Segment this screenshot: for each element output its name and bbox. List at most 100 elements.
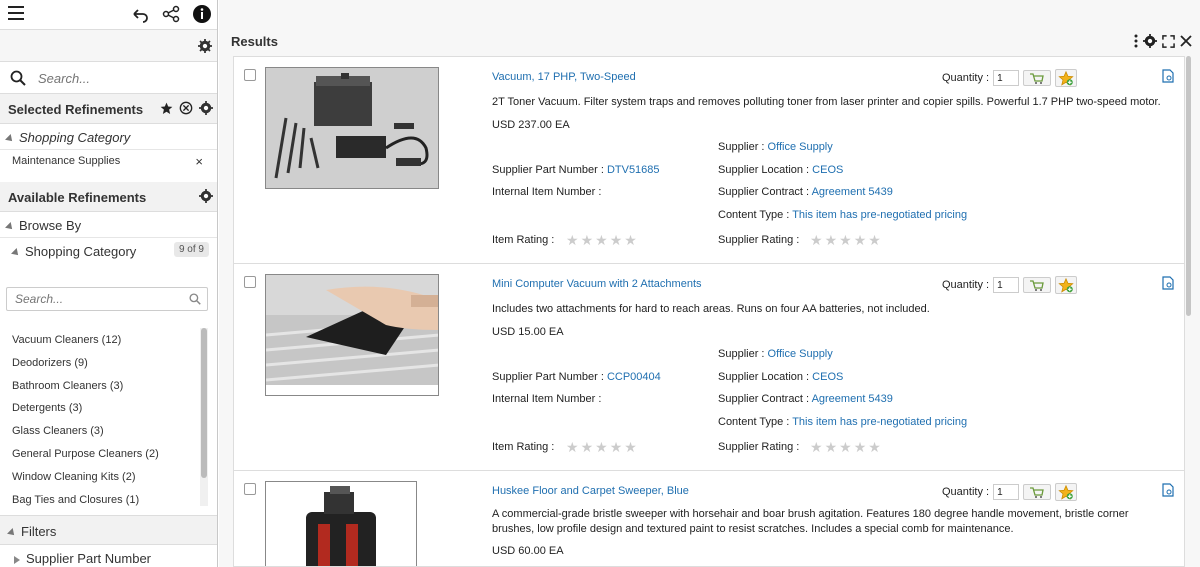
quantity-input[interactable]: 1 (993, 70, 1020, 86)
supplier-rating-label: Supplier Rating : (718, 441, 800, 453)
search-icon[interactable] (189, 293, 201, 305)
facet-item[interactable]: Window Cleaning Kits (2) (0, 467, 200, 490)
results-list: Vacuum, 17 PHP, Two-Speed Quantity : 1 2… (233, 56, 1185, 567)
share-icon[interactable] (161, 4, 181, 24)
supplier-location-label: Supplier Location : (718, 164, 813, 176)
gear-icon[interactable] (199, 189, 213, 203)
supplier-part-number-field: Supplier Part Number : DTV51685 (492, 164, 660, 176)
item-title-link[interactable]: Huskee Floor and Carpet Sweeper, Blue (492, 485, 689, 497)
browse-by-group[interactable]: Browse By (0, 212, 217, 238)
add-to-favorites-button[interactable] (1055, 276, 1078, 294)
facet-item[interactable]: Vacuum Cleaners (12) (0, 330, 200, 353)
content-type-field: Content Type : This item has pre-negotia… (718, 416, 967, 428)
add-to-cart-button[interactable] (1023, 70, 1052, 86)
supplier-contract-label: Supplier Contract : (718, 186, 812, 198)
supplier-part-number-label: Supplier Part Number : (492, 164, 607, 176)
panel-settings-bar (0, 30, 217, 62)
chip-label: Maintenance Supplies (12, 155, 121, 167)
select-checkbox[interactable] (244, 276, 256, 288)
info-icon[interactable] (192, 4, 212, 24)
facet-item[interactable]: General Purpose Cleaners (2) (0, 444, 200, 467)
supplier-link[interactable]: Office Supply (768, 348, 833, 360)
selected-category-group[interactable]: Shopping Category (0, 124, 217, 150)
supplier-contract-field: Supplier Contract : Agreement 5439 (718, 393, 893, 405)
supplier-location-label: Supplier Location : (718, 371, 813, 383)
content-type-link[interactable]: This item has pre-negotiated pricing (792, 416, 967, 428)
supplier-part-number-link[interactable]: DTV51685 (607, 164, 660, 176)
supplier-rating-stars[interactable]: ★ ★ ★ ★ ★ (810, 233, 881, 247)
result-item: Huskee Floor and Carpet Sweeper, Blue Qu… (234, 471, 1184, 566)
add-to-favorites-button[interactable] (1055, 483, 1078, 501)
facet-scrollbar[interactable] (200, 328, 208, 506)
supplier-location-link[interactable]: CEOS (812, 371, 843, 383)
facet-item[interactable]: Bag Ties and Closures (1) (0, 490, 200, 513)
facet-item[interactable]: Deodorizers (9) (0, 353, 200, 376)
expand-icon[interactable] (1162, 34, 1175, 48)
favorite-star-icon (1058, 484, 1074, 500)
sweeper-image (266, 482, 416, 566)
expand-triangle-icon (5, 221, 15, 232)
results-toolbar (1134, 34, 1192, 48)
content-type-link[interactable]: This item has pre-negotiated pricing (792, 209, 967, 221)
gear-icon[interactable] (1143, 34, 1157, 48)
quantity-input[interactable]: 1 (993, 484, 1020, 500)
document-icon[interactable] (1162, 276, 1174, 290)
item-rating-label: Item Rating : (492, 441, 555, 453)
add-to-favorites-button[interactable] (1055, 69, 1078, 87)
facet-item[interactable]: Bathroom Cleaners (3) (0, 376, 200, 399)
select-checkbox[interactable] (244, 483, 256, 495)
remove-chip-icon[interactable]: × (195, 154, 203, 169)
supplier-part-number-link[interactable]: CCP00404 (607, 371, 661, 383)
close-icon[interactable] (1180, 35, 1192, 47)
result-item: Mini Computer Vacuum with 2 Attachments … (234, 264, 1184, 471)
facet-item[interactable]: Glass Cleaners (3) (0, 421, 200, 444)
favorite-star-icon (1058, 70, 1074, 86)
supplier-part-number-label: Supplier Part Number : (492, 371, 607, 383)
supplier-contract-link[interactable]: Agreement 5439 (812, 393, 893, 405)
facet-item[interactable]: Detergents (3) (0, 398, 200, 421)
supplier-contract-link[interactable]: Agreement 5439 (812, 186, 893, 198)
star-icon[interactable] (160, 102, 173, 115)
item-title-link[interactable]: Vacuum, 17 PHP, Two-Speed (492, 71, 636, 83)
product-image[interactable] (265, 274, 439, 396)
search-input[interactable] (36, 68, 206, 88)
search-icon[interactable] (10, 70, 26, 86)
add-to-cart-button[interactable] (1023, 277, 1052, 293)
gear-icon[interactable] (199, 101, 213, 115)
hamburger-menu-icon[interactable] (8, 6, 24, 22)
quantity-label: Quantity : (942, 279, 990, 291)
filters-header[interactable]: Filters (0, 515, 217, 545)
product-image[interactable] (265, 67, 439, 189)
quantity-control: Quantity : 1 (942, 483, 1078, 501)
collapsed-triangle-icon (14, 555, 20, 564)
item-title-link[interactable]: Mini Computer Vacuum with 2 Attachments (492, 278, 702, 290)
supplier-rating-stars[interactable]: ★ ★ ★ ★ ★ (810, 440, 881, 454)
undo-icon[interactable] (130, 4, 150, 24)
clear-all-icon[interactable] (179, 101, 193, 115)
add-to-cart-button[interactable] (1023, 484, 1052, 500)
refinements-panel: Selected Refinements Shopping Category M… (0, 0, 218, 567)
top-toolbar (0, 0, 217, 30)
facet-search-input[interactable] (13, 289, 183, 309)
document-icon[interactable] (1162, 69, 1174, 83)
content-type-label: Content Type : (718, 209, 793, 221)
browse-by-label: Browse By (19, 218, 82, 233)
more-options-icon[interactable] (1134, 34, 1138, 48)
cart-icon (1030, 279, 1044, 291)
supplier-contract-label: Supplier Contract : (718, 393, 812, 405)
item-rating-stars[interactable]: ★ ★ ★ ★ ★ (566, 440, 637, 454)
document-icon[interactable] (1162, 483, 1174, 497)
gear-icon[interactable] (198, 39, 212, 53)
quantity-label: Quantity : (942, 486, 990, 498)
internal-item-number-field: Internal Item Number : (492, 186, 602, 198)
item-rating-stars[interactable]: ★ ★ ★ ★ ★ (566, 233, 637, 247)
results-scrollbar[interactable] (1186, 56, 1194, 567)
supplier-part-number-filter[interactable]: Supplier Part Number (0, 545, 217, 567)
supplier-link[interactable]: Office Supply (768, 141, 833, 153)
shopping-category-facet[interactable]: Shopping Category 9 of 9 (0, 238, 217, 264)
select-checkbox[interactable] (244, 69, 256, 81)
item-price: USD 60.00 EA (492, 545, 564, 557)
product-image[interactable] (265, 481, 417, 566)
quantity-input[interactable]: 1 (993, 277, 1020, 293)
supplier-location-link[interactable]: CEOS (812, 164, 843, 176)
